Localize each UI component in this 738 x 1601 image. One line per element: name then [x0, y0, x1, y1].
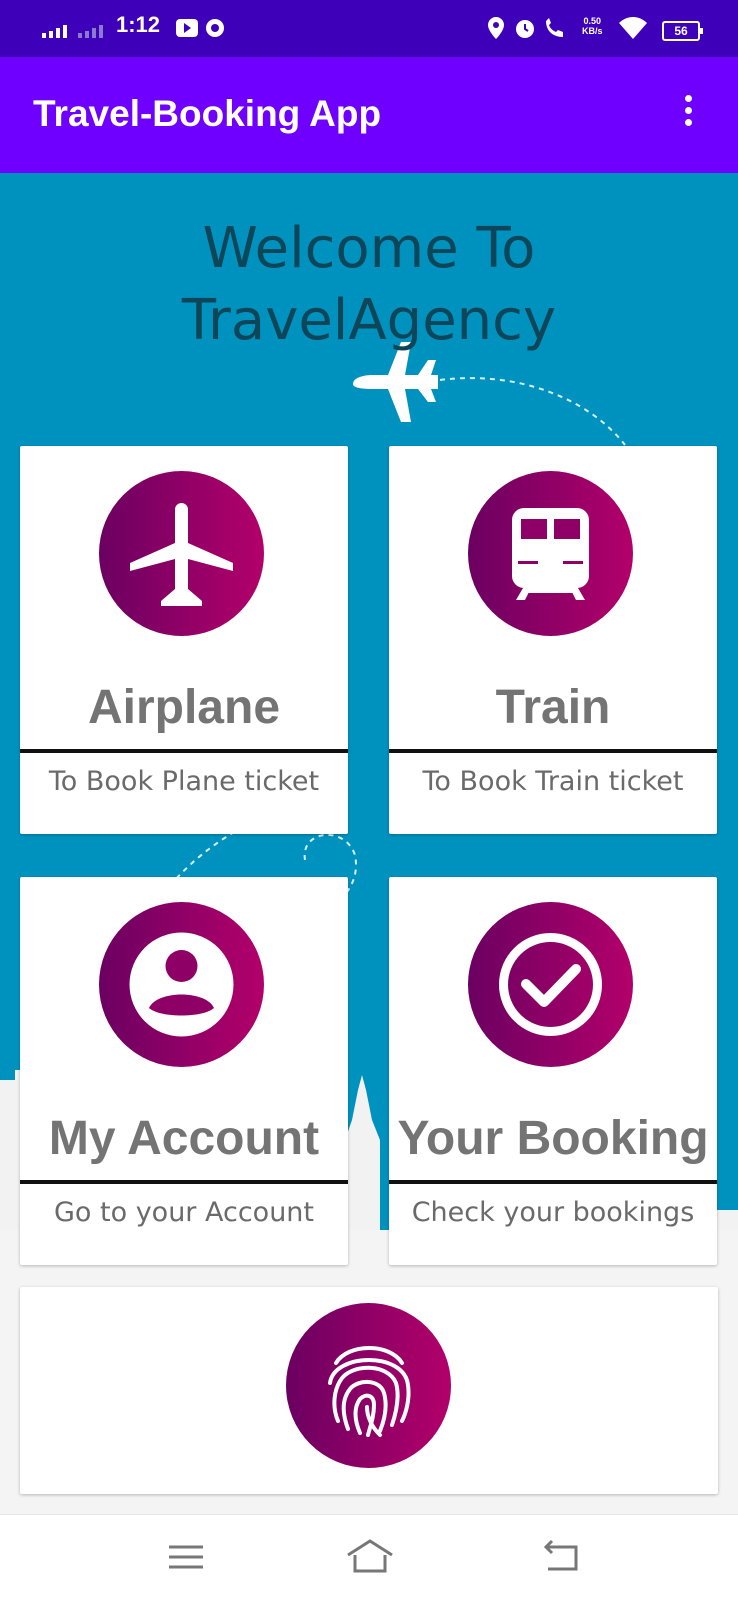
home-icon[interactable] [345, 1537, 395, 1577]
card-subtitle: Check your bookings [411, 1197, 695, 1228]
card-title: My Account [48, 1112, 320, 1165]
card-divider [20, 749, 348, 753]
alarm-icon [516, 20, 534, 38]
card-subtitle: Go to your Account [53, 1197, 315, 1228]
account-icon [129, 932, 234, 1037]
check-circle-icon [499, 933, 602, 1036]
card-title: Your Booking [397, 1112, 709, 1165]
system-nav-bar [0, 1514, 738, 1601]
card-title: Train [495, 681, 611, 734]
fingerprint-icon-circle [286, 1303, 451, 1468]
app-bar: Travel-Booking App [0, 57, 738, 173]
menu-icon[interactable] [166, 1537, 206, 1577]
card-subtitle: To Book Train ticket [422, 766, 684, 797]
your-booking-card[interactable]: Your Booking Check your bookings [389, 877, 717, 1265]
check-circle-icon-circle [468, 902, 633, 1067]
signal-weak-icon [78, 25, 103, 38]
fingerprint-icon [328, 1346, 411, 1437]
card-subtitle: To Book Plane ticket [48, 766, 320, 797]
card-title: Airplane [87, 681, 281, 734]
airplane-icon-circle [99, 471, 264, 636]
wifi-icon [619, 17, 647, 39]
my-account-card[interactable]: My Account Go to your Account [20, 877, 348, 1265]
youtube-icon [176, 19, 198, 37]
fingerprint-card[interactable] [20, 1287, 718, 1494]
back-icon[interactable] [542, 1537, 582, 1577]
card-divider [389, 1180, 717, 1184]
airplane-card[interactable]: Airplane To Book Plane ticket [20, 446, 348, 834]
train-icon-circle [468, 471, 633, 636]
airplane-icon [130, 503, 233, 606]
location-icon [488, 17, 504, 39]
card-divider [389, 749, 717, 753]
more-vert-icon[interactable] [678, 95, 698, 135]
network-speed: 0.50 KB/s [582, 16, 603, 36]
card-divider [20, 1180, 348, 1184]
app-title: Travel-Booking App [33, 93, 382, 134]
train-icon [512, 508, 589, 600]
wifi-calling-icon [546, 18, 563, 37]
train-card[interactable]: Train To Book Train ticket [389, 446, 717, 834]
chrome-icon [206, 19, 224, 37]
account-icon-circle [99, 902, 264, 1067]
clock: 1:12 [116, 12, 161, 37]
battery-icon: 56 [662, 21, 703, 41]
signal-icon [42, 25, 67, 38]
welcome-heading: Welcome To TravelAgency [181, 216, 557, 353]
status-bar: 1:12 0.50 KB/s 56 [0, 0, 738, 57]
